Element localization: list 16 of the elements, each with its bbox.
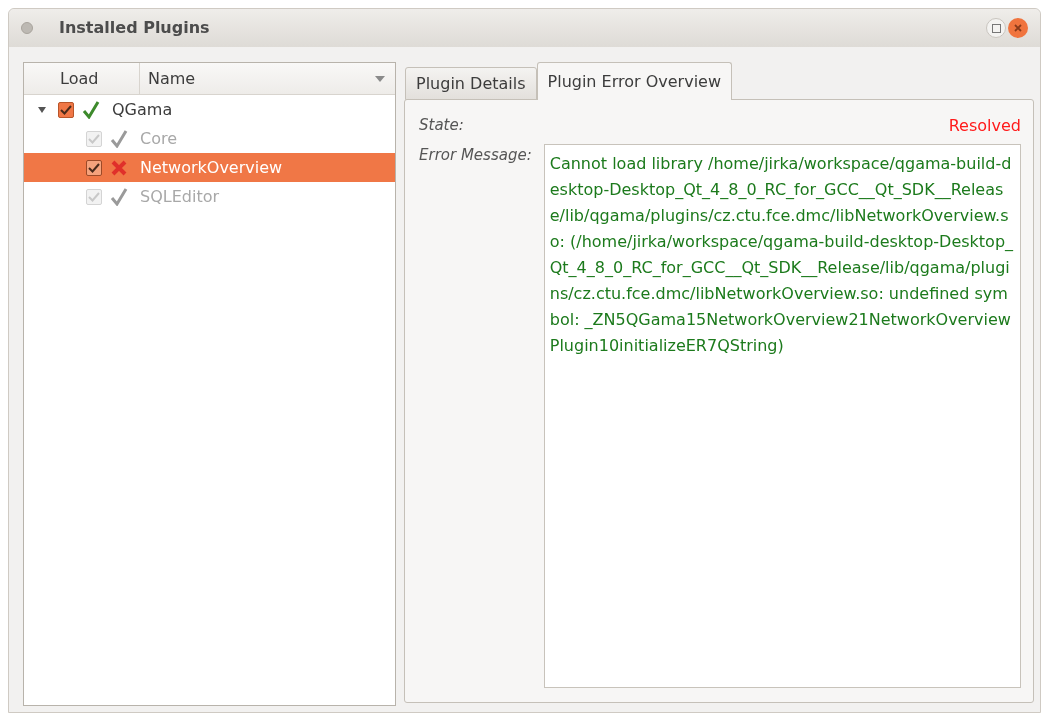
checkbox[interactable] [86,159,102,176]
window-title: Installed Plugins [59,17,210,39]
state-value: Resolved [948,115,1021,137]
state-label: State: [419,115,464,136]
error-message-label: Error Message: [419,145,532,166]
sort-indicator-icon [375,75,385,82]
tree-row[interactable]: QGama [24,95,395,124]
tab[interactable]: Plugin Error Overview [536,62,732,100]
error-message-text: Cannot load library /home/jirka/workspace/qgama-build-desktop-Desktop_Qt_4_8_0_RC_for_GCC__Qt_SDK__Release/lib/qgama/plugins/cz.ctu.fce.dmc/libNetworkOverview.so: (/home/jirka/workspace/qgama-build-desktop-Desktop_Qt_4_8_0_RC_for_GCC__Qt_SDK__Release/lib/qgama/plugins/cz.ctu.fce.dmc/libNetworkOverview.so: undefined symbol: _ZN5QGama15NetworkOverview21NetworkOverviewPlugin10initializeER7QString) [543,144,1021,688]
expanded-arrow-icon[interactable] [38,105,46,114]
column-header[interactable]: Name [140,63,395,94]
tab[interactable]: Plugin Details [405,67,537,100]
close-icon[interactable] [1008,18,1028,38]
column-header[interactable]: Load [24,63,140,94]
maximize-icon[interactable] [986,18,1006,38]
checkbox[interactable] [58,101,74,118]
